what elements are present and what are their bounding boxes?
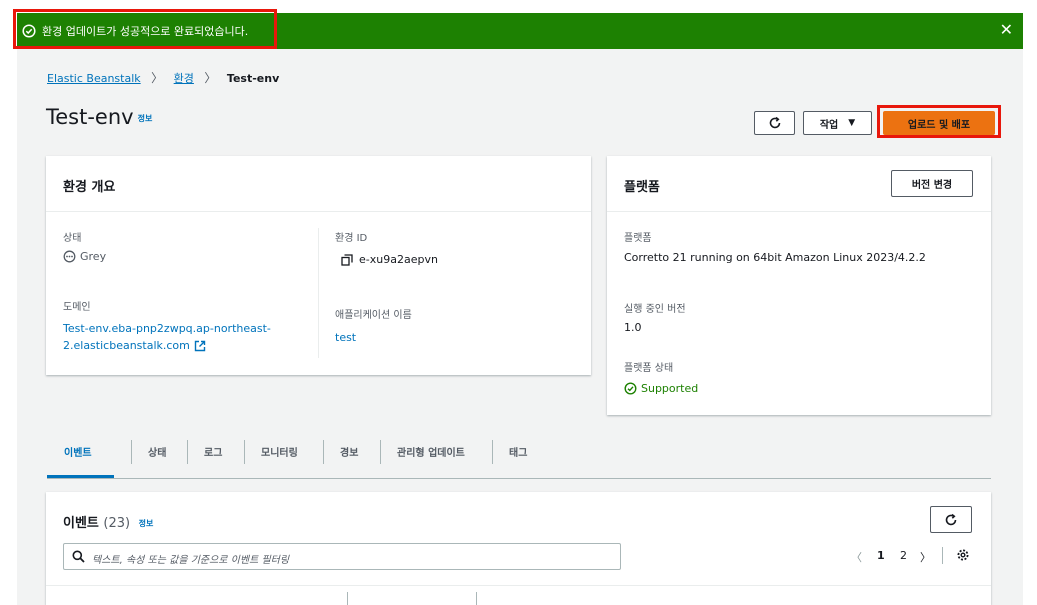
status-value: Grey: [63, 250, 106, 263]
column-resizer[interactable]: [347, 592, 348, 605]
environment-overview-card: 환경 개요 상태 Grey 도메인 Test-env.eba-pnp2zwpq.…: [46, 156, 591, 375]
pager-divider: [942, 547, 943, 564]
external-link-icon: [194, 340, 206, 351]
page-title-text: Test-env: [46, 105, 134, 129]
refresh-button[interactable]: [754, 111, 795, 135]
success-flash-banner: 환경 업데이트가 성공적으로 완료되었습니다. ✕: [13, 9, 1023, 49]
tab-monitoring[interactable]: 모니터링: [261, 444, 298, 459]
tab-alarms[interactable]: 경보: [340, 444, 358, 459]
platform-value: Corretto 21 running on 64bit Amazon Linu…: [624, 251, 926, 264]
tab-divider: [187, 440, 188, 464]
events-card: 이벤트 (23) 정보 텍스트, 속성 또는 값을 기준으로 이벤트 필터링 〈…: [46, 492, 991, 605]
search-icon: [72, 550, 85, 563]
page-title: Test-env 정보: [46, 105, 152, 129]
tab-divider: [131, 440, 132, 464]
tab-health[interactable]: 상태: [148, 444, 166, 459]
tab-logs[interactable]: 로그: [204, 444, 222, 459]
card-header: 플랫폼 버전 변경: [607, 156, 991, 212]
breadcrumb-link-elastic-beanstalk[interactable]: Elastic Beanstalk: [47, 72, 141, 85]
upload-and-deploy-button[interactable]: 업로드 및 배포: [883, 111, 995, 135]
chevron-right-icon: 〉: [151, 71, 164, 85]
change-version-button[interactable]: 버전 변경: [891, 170, 973, 197]
env-id-text: e-xu9a2aepvn: [359, 253, 438, 266]
tab-managed-updates[interactable]: 관리형 업데이트: [397, 444, 465, 459]
tab-divider: [492, 440, 493, 464]
events-title-text: 이벤트: [63, 516, 99, 531]
active-tab-indicator: [47, 475, 114, 478]
table-header-divider: [46, 585, 991, 586]
refresh-icon: [769, 116, 780, 129]
domain-line-1: Test-env.eba-pnp2zwpq.ap-northeast-: [63, 322, 271, 335]
domain-label: 도메인: [63, 302, 91, 313]
column-resizer[interactable]: [476, 592, 477, 605]
events-filter-input[interactable]: 텍스트, 속성 또는 값을 기준으로 이벤트 필터링: [63, 543, 621, 570]
chevron-right-icon: 〉: [204, 71, 217, 85]
search-placeholder: 텍스트, 속성 또는 값을 기준으로 이벤트 필터링: [92, 555, 290, 566]
events-count: (23): [103, 516, 131, 531]
app-name-link[interactable]: test: [335, 331, 356, 344]
page-1[interactable]: 1: [877, 549, 885, 562]
card-header: 환경 개요: [46, 156, 591, 212]
events-info-link[interactable]: 정보: [139, 519, 154, 528]
app-name-label: 애플리케이션 이름: [335, 310, 412, 321]
status-label: 상태: [63, 233, 82, 244]
tab-divider: [380, 440, 381, 464]
refresh-icon: [945, 513, 957, 525]
tab-divider: [244, 440, 245, 464]
main-content: Elastic Beanstalk 〉 환경 〉 Test-env Test-e…: [17, 49, 1023, 605]
platform-state-value: Supported: [624, 382, 698, 395]
status-grey-icon: [63, 250, 76, 263]
platform-state-text: Supported: [641, 382, 699, 395]
domain-line-2-wrap: 2.elasticbeanstalk.com: [63, 337, 271, 354]
page-2[interactable]: 2: [900, 549, 907, 562]
platform-card: 플랫폼 버전 변경 플랫폼 Corretto 21 running on 64b…: [607, 156, 991, 415]
breadcrumb-link-environments[interactable]: 환경: [174, 72, 194, 85]
copy-icon[interactable]: [341, 253, 353, 266]
domain-link[interactable]: Test-env.eba-pnp2zwpq.ap-northeast- 2.el…: [63, 320, 271, 354]
platform-state-label: 플랫폼 상태: [624, 363, 674, 374]
status-text: Grey: [80, 250, 107, 263]
tab-bar: 이벤트 상태 로그 모니터링 경보 관리형 업데이트 태그: [47, 434, 991, 479]
events-title: 이벤트 (23) 정보: [63, 512, 153, 531]
caret-down-icon: ▼: [848, 118, 856, 128]
actions-dropdown-button[interactable]: 작업 ▼: [803, 111, 872, 135]
env-id-label: 환경 ID: [335, 233, 368, 244]
highlight-box-flash-message: [13, 9, 277, 49]
close-icon[interactable]: ✕: [1000, 21, 1013, 39]
running-version-value: 1.0: [624, 321, 642, 334]
info-link[interactable]: 정보: [138, 114, 153, 123]
breadcrumb: Elastic Beanstalk 〉 환경 〉 Test-env: [47, 69, 279, 86]
platform-label: 플랫폼: [624, 233, 652, 244]
overview-title: 환경 개요: [63, 180, 116, 195]
chevron-right-icon[interactable]: 〉: [920, 549, 931, 565]
running-version-label: 실행 중인 버전: [624, 304, 686, 315]
tab-tags[interactable]: 태그: [509, 444, 527, 459]
platform-title: 플랫폼: [624, 180, 660, 195]
check-circle-icon: [624, 382, 637, 395]
breadcrumb-current: Test-env: [226, 72, 280, 85]
chevron-left-icon[interactable]: 〈: [851, 549, 862, 565]
gear-icon[interactable]: [956, 548, 970, 562]
actions-label: 작업: [819, 119, 839, 131]
tab-events[interactable]: 이벤트: [64, 444, 92, 459]
env-id-value: e-xu9a2aepvn: [341, 253, 438, 266]
events-refresh-button[interactable]: [930, 506, 972, 533]
column-divider: [318, 228, 319, 358]
tab-divider: [323, 440, 324, 464]
domain-line-2: 2.elasticbeanstalk.com: [63, 339, 190, 352]
